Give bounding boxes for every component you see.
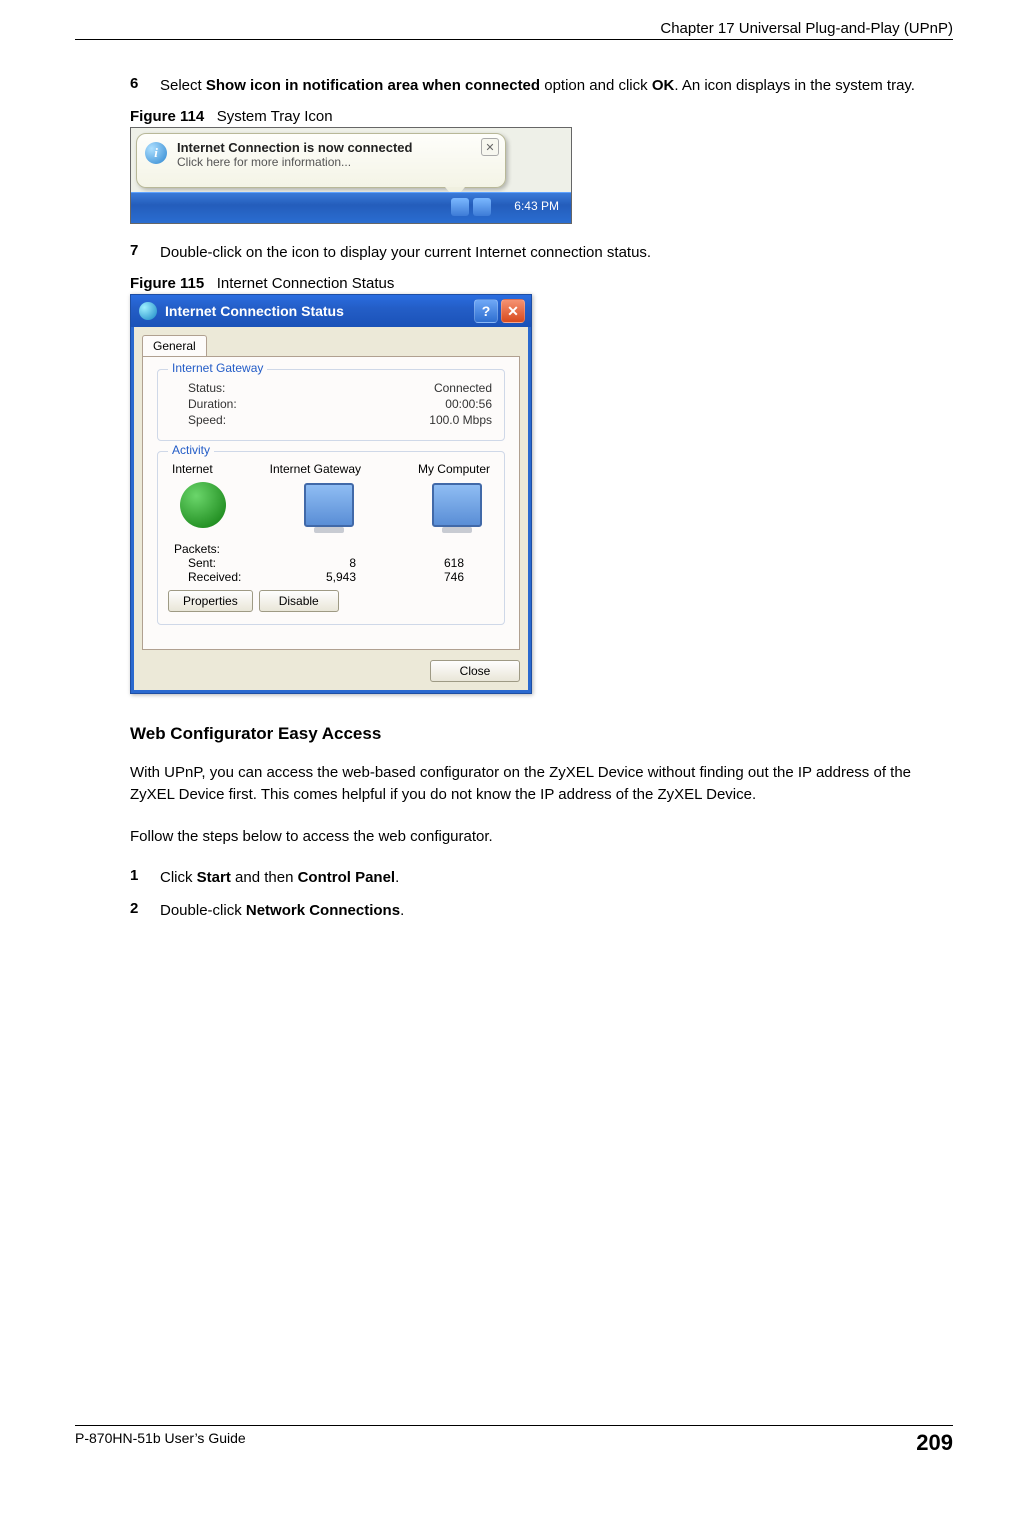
- figure-115-caption: Figure 115 Internet Connection Status: [130, 275, 923, 292]
- group-legend: Internet Gateway: [168, 361, 267, 375]
- footer-page-number: 209: [916, 1430, 953, 1456]
- page-footer: P-870HN-51b User’s Guide 209: [75, 1425, 953, 1456]
- activity-icons-row: [168, 476, 494, 542]
- sent-gateway-value: 8: [278, 556, 386, 570]
- received-pc-value: 746: [386, 570, 494, 584]
- disable-button[interactable]: Disable: [259, 590, 339, 612]
- step-7: 7 Double-click on the icon to display yo…: [130, 242, 923, 263]
- dialog-titlebar[interactable]: Internet Connection Status ? ✕: [131, 295, 531, 327]
- page-header: Chapter 17 Universal Plug-and-Play (UPnP…: [75, 20, 953, 40]
- tray-clock: 6:43 PM: [514, 199, 559, 213]
- step-text: Click Start and then Control Panel.: [160, 867, 923, 888]
- figure-115-dialog: Internet Connection Status ? ✕ General I…: [130, 294, 532, 694]
- tray-icon[interactable]: [473, 198, 491, 216]
- my-computer-icon: [432, 483, 482, 527]
- chapter-title: Chapter 17 Universal Plug-and-Play (UPnP…: [660, 20, 953, 37]
- step-2: 2 Double-click Network Connections.: [130, 900, 923, 921]
- network-icon: [139, 302, 157, 320]
- step-1: 1 Click Start and then Control Panel.: [130, 867, 923, 888]
- packets-grid: Sent: 8 618 Received: 5,943 746: [168, 556, 494, 584]
- tab-strip: General: [142, 335, 520, 356]
- balloon-title: Internet Connection is now connected: [177, 140, 495, 155]
- activity-col-internet: Internet: [172, 462, 213, 476]
- activity-col-gateway: Internet Gateway: [270, 462, 361, 476]
- step-number: 2: [130, 900, 160, 921]
- footer-guide-name: P-870HN-51b User’s Guide: [75, 1430, 246, 1456]
- dialog-title: Internet Connection Status: [165, 303, 471, 319]
- connection-line-icon: [362, 504, 424, 506]
- status-value: Connected: [434, 381, 492, 395]
- taskbar: 6:43 PM: [131, 192, 571, 223]
- packets-label: Packets:: [168, 542, 494, 556]
- sent-pc-value: 618: [386, 556, 494, 570]
- received-label: Received:: [168, 570, 278, 584]
- balloon-subtext: Click here for more information...: [177, 155, 495, 169]
- section-paragraph-1: With UPnP, you can access the web-based …: [130, 762, 923, 806]
- speed-value: 100.0 Mbps: [429, 413, 492, 427]
- notification-balloon[interactable]: i Internet Connection is now connected C…: [136, 133, 506, 188]
- activity-col-mycomputer: My Computer: [418, 462, 490, 476]
- figure-114-image: i Internet Connection is now connected C…: [130, 127, 572, 224]
- close-button[interactable]: ✕: [501, 299, 525, 323]
- step-text: Double-click on the icon to display your…: [160, 242, 923, 263]
- info-icon: i: [145, 142, 167, 164]
- duration-value: 00:00:56: [445, 397, 492, 411]
- duration-label: Duration:: [188, 397, 237, 411]
- help-button[interactable]: ?: [474, 299, 498, 323]
- globe-icon: [180, 482, 226, 528]
- group-legend: Activity: [168, 443, 214, 457]
- step-text: Double-click Network Connections.: [160, 900, 923, 921]
- tab-general[interactable]: General: [142, 335, 207, 356]
- groupbox-activity: Activity Internet Internet Gateway My Co…: [157, 451, 505, 625]
- tray-icon[interactable]: [451, 198, 469, 216]
- properties-button[interactable]: Properties: [168, 590, 253, 612]
- step-6: 6 Select Show icon in notification area …: [130, 75, 923, 96]
- gateway-pc-icon: [304, 483, 354, 527]
- status-label: Status:: [188, 381, 225, 395]
- figure-114-caption: Figure 114 System Tray Icon: [130, 108, 923, 125]
- section-paragraph-2: Follow the steps below to access the web…: [130, 826, 923, 848]
- tab-panel-general: Internet Gateway Status: Connected Durati…: [142, 356, 520, 650]
- close-dialog-button[interactable]: Close: [430, 660, 520, 682]
- step-number: 6: [130, 75, 160, 96]
- step-number: 7: [130, 242, 160, 263]
- sent-label: Sent:: [168, 556, 278, 570]
- section-heading: Web Configurator Easy Access: [130, 724, 923, 744]
- step-number: 1: [130, 867, 160, 888]
- step-text: Select Show icon in notification area wh…: [160, 75, 923, 96]
- tray-icons[interactable]: [451, 198, 491, 216]
- received-gateway-value: 5,943: [278, 570, 386, 584]
- balloon-close-button[interactable]: ✕: [481, 138, 499, 156]
- connection-line-icon: [234, 504, 296, 506]
- groupbox-internet-gateway: Internet Gateway Status:Connected Durati…: [157, 369, 505, 441]
- dialog-body: General Internet Gateway Status: Connecte…: [131, 327, 531, 693]
- speed-label: Speed:: [188, 413, 226, 427]
